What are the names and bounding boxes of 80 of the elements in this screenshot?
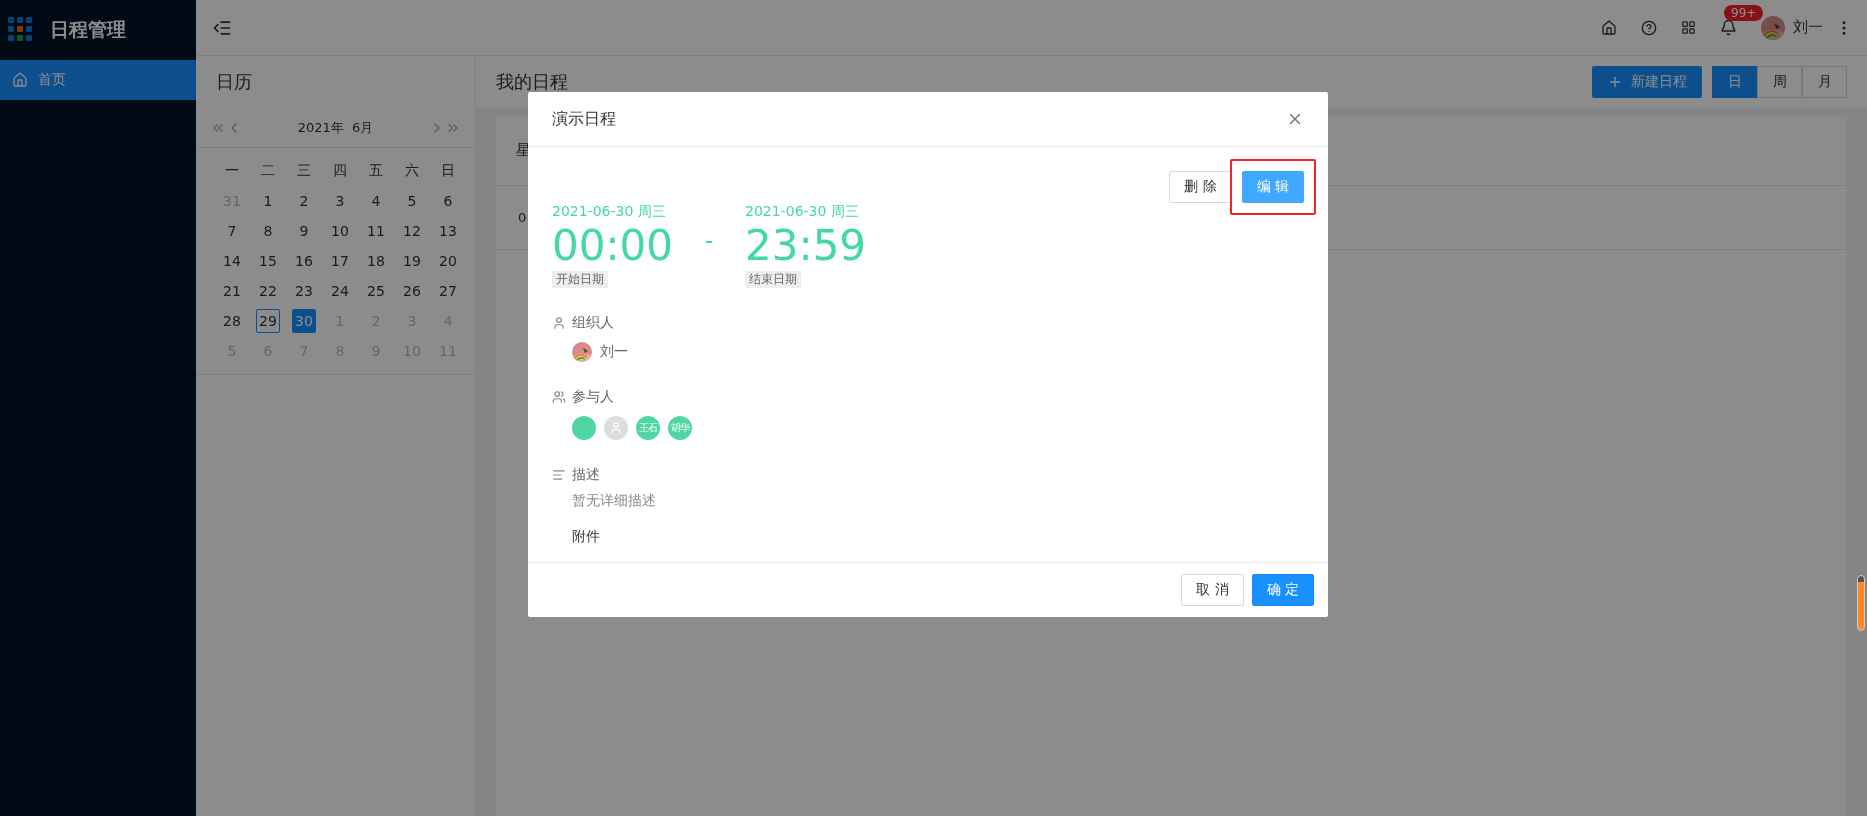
calendar-day[interactable]: 15 [256, 249, 280, 273]
calendar-day[interactable]: 17 [328, 249, 352, 273]
calendar-day[interactable]: 28 [220, 309, 244, 333]
calendar-day[interactable]: 13 [436, 219, 460, 243]
calendar-day[interactable]: 23 [292, 279, 316, 303]
panel-title: 日历 [215, 70, 253, 94]
description-text: 暂无详细描述 [572, 492, 657, 510]
weekday-label: 四 [333, 162, 347, 180]
calendar-day[interactable]: 10 [328, 219, 352, 243]
section-label: 组织人 [572, 314, 614, 332]
bell-icon[interactable] [1720, 19, 1737, 36]
calendar-day[interactable]: 25 [364, 279, 388, 303]
calendar-day[interactable]: 26 [400, 279, 424, 303]
weekday-label: 一 [225, 162, 239, 180]
end-label: 结束日期 [745, 271, 802, 288]
delete-button[interactable]: 删 除 [1169, 171, 1232, 203]
calendar-day[interactable]: 4 [364, 189, 388, 213]
start-date: 2021-06-30 周三 [552, 203, 666, 221]
apps-grid-icon[interactable] [1681, 20, 1696, 35]
participant-avatar: 王石 [636, 416, 660, 440]
calendar-day[interactable]: 2 [292, 189, 316, 213]
organizer-name: 刘一 [600, 343, 628, 361]
start-label: 开始日期 [552, 271, 608, 288]
plus-icon [1607, 74, 1623, 90]
participant-avatar: 胡华 [668, 416, 692, 440]
calendar-day[interactable]: 22 [256, 279, 280, 303]
participant-avatar [572, 416, 596, 440]
sidebar-item[interactable]: 首页 [0, 60, 196, 100]
dialog-title: 演示日程 [552, 108, 616, 130]
home-icon[interactable] [1601, 19, 1617, 36]
weekday-label: 六 [405, 162, 419, 180]
calendar-day[interactable]: 9 [292, 219, 316, 243]
month-label: 2021年 6月 [296, 118, 375, 137]
section-label: 参与人 [572, 388, 614, 406]
app-title: 日程管理 [50, 17, 126, 42]
time-label: 0 [518, 210, 527, 225]
help-icon[interactable] [1641, 19, 1657, 36]
view-tab[interactable]: 月 [1802, 66, 1847, 98]
calendar-day[interactable]: 14 [220, 249, 244, 273]
weekday-label: 日 [441, 162, 455, 180]
person-icon [552, 316, 566, 330]
home-icon [12, 72, 28, 88]
calendar-day[interactable]: 16 [292, 249, 316, 273]
calendar-day[interactable]: 18 [364, 249, 388, 273]
weekday-label: 三 [297, 162, 311, 180]
calendar-day[interactable]: 7 [220, 219, 244, 243]
start-time: 00:00 [552, 221, 674, 271]
column-header: 星 [516, 141, 531, 160]
calendar-day[interactable]: 24 [328, 279, 352, 303]
weekday-label: 五 [369, 162, 383, 180]
calendar-day[interactable]: 6 [436, 189, 460, 213]
calendar-day[interactable]: 1 [256, 189, 280, 213]
end-date: 2021-06-30 周三 [745, 203, 859, 221]
weekday-label: 二 [261, 162, 275, 180]
calendar-day[interactable]: 29 [256, 309, 280, 333]
confirm-button[interactable]: 确 定 [1251, 574, 1314, 606]
notification-badge: 99+ [1724, 5, 1764, 21]
calendar-day[interactable]: 3 [328, 189, 352, 213]
participant-avatar [604, 416, 628, 440]
calendar-day[interactable]: 21 [220, 279, 244, 303]
range-separator: - [703, 227, 715, 255]
calendar-day[interactable]: 12 [400, 219, 424, 243]
section-label: 描述 [572, 466, 600, 484]
calendar-day[interactable]: 20 [436, 249, 460, 273]
new-schedule-button[interactable]: 新建日程 [1592, 66, 1702, 98]
calendar-day[interactable]: 27 [436, 279, 460, 303]
end-time: 23:59 [745, 221, 867, 271]
description-icon [552, 468, 566, 482]
attachments-label: 附件 [572, 528, 601, 546]
people-icon [552, 390, 566, 404]
grid-logo-icon [8, 17, 34, 43]
calendar-day[interactable]: 11 [364, 219, 388, 243]
level-indicator [1857, 575, 1865, 631]
user-name[interactable]: 刘一 [1793, 18, 1823, 37]
calendar-day[interactable]: 8 [256, 219, 280, 243]
calendar-day[interactable]: 5 [400, 189, 424, 213]
calendar-day[interactable]: 19 [400, 249, 424, 273]
cancel-button[interactable]: 取 消 [1181, 574, 1244, 606]
view-tab[interactable]: 周 [1757, 66, 1802, 98]
page-title: 我的日程 [496, 70, 569, 94]
